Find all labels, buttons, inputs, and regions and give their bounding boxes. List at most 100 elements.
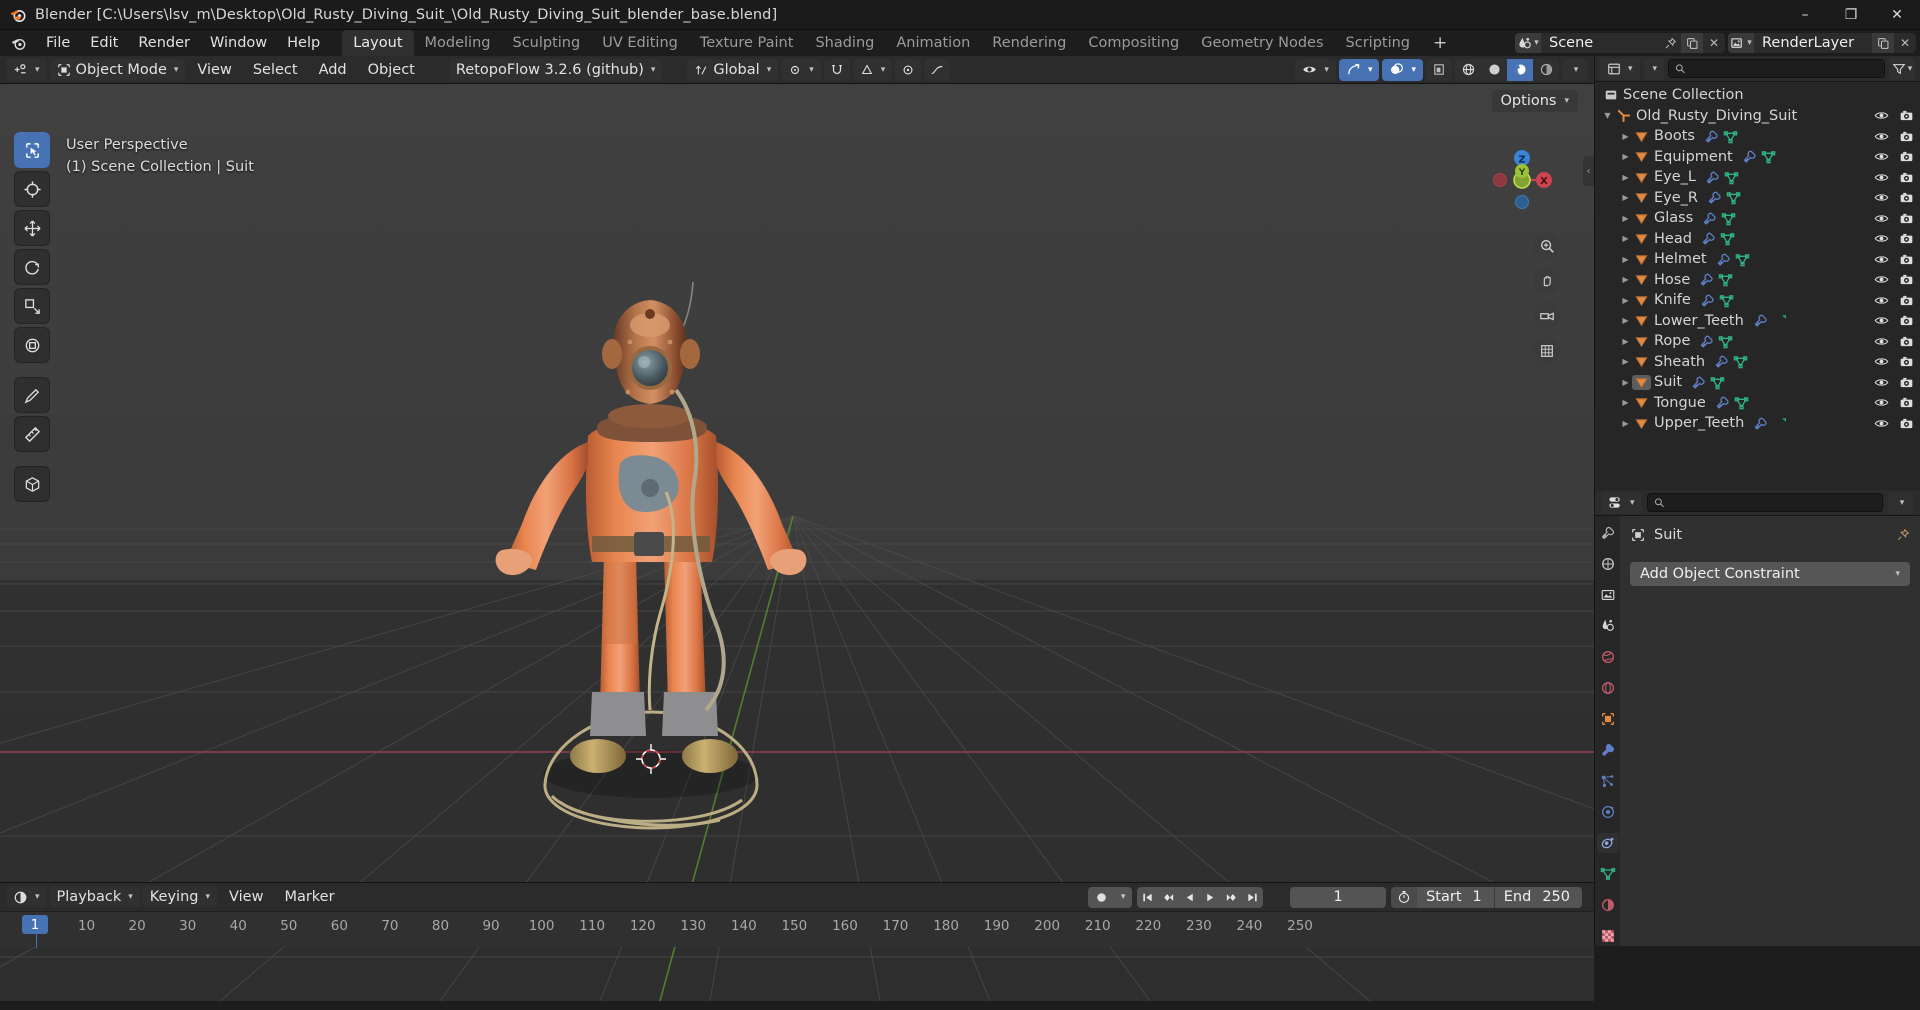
proportional-falloff-button[interactable] xyxy=(924,58,951,81)
editor-type-selector[interactable]: ▾ xyxy=(6,58,47,81)
blender-menu-logo-icon[interactable] xyxy=(10,35,27,52)
xray-toggle[interactable] xyxy=(1426,58,1452,81)
gizmo-toggle[interactable]: ▾ xyxy=(1338,58,1380,81)
timeline-playhead[interactable]: 1 xyxy=(22,915,48,934)
hide-in-viewport-icon[interactable] xyxy=(1874,150,1889,163)
properties-options-button[interactable]: ▾ xyxy=(1888,491,1914,514)
expand-arrow-icon[interactable]: ▶ xyxy=(1619,255,1632,264)
hide-in-viewport-icon[interactable] xyxy=(1874,294,1889,307)
modifier-icon[interactable] xyxy=(1705,170,1720,185)
hide-in-viewport-icon[interactable] xyxy=(1874,171,1889,184)
outliner-filter-button[interactable]: ▾ xyxy=(1889,57,1915,80)
disable-in-renders-icon[interactable] xyxy=(1899,335,1914,348)
properties-tab-view-layer[interactable] xyxy=(1597,616,1619,636)
outliner-row-scene-collection[interactable]: Scene Collection xyxy=(1595,85,1920,106)
outliner-row-object[interactable]: ▶ Knife xyxy=(1595,290,1920,311)
hide-in-viewport-icon[interactable] xyxy=(1874,130,1889,143)
menu-help[interactable]: Help xyxy=(277,32,330,54)
mesh-data-icon[interactable] xyxy=(1720,231,1735,246)
mesh-data-icon[interactable] xyxy=(1726,190,1741,205)
hide-in-viewport-icon[interactable] xyxy=(1874,314,1889,327)
outliner-search[interactable] xyxy=(1668,59,1885,78)
expand-arrow-icon[interactable]: ▶ xyxy=(1619,316,1632,325)
modifier-icon[interactable] xyxy=(1714,354,1729,369)
viewport-menu-object[interactable]: Object xyxy=(359,59,424,81)
expand-arrow-icon[interactable]: ▶ xyxy=(1619,419,1632,428)
tool-scale[interactable] xyxy=(14,288,50,324)
properties-tab-data[interactable] xyxy=(1597,864,1619,884)
outliner-row-root-collection[interactable]: ▼ Old_Rusty_Diving_Suit xyxy=(1595,106,1920,127)
shading-rendered-button[interactable] xyxy=(1533,59,1559,81)
scene-selector[interactable]: ▾ Scene ✕ xyxy=(1515,33,1725,53)
tool-annotate[interactable] xyxy=(14,377,50,413)
properties-tab-render[interactable] xyxy=(1597,554,1619,574)
modifier-icon[interactable] xyxy=(1707,190,1722,205)
proportional-edit-button[interactable] xyxy=(895,58,922,81)
navigation-gizmo[interactable]: Z X Y xyxy=(1486,144,1558,216)
hide-in-viewport-icon[interactable] xyxy=(1874,396,1889,409)
hide-in-viewport-icon[interactable] xyxy=(1874,376,1889,389)
properties-tab-tool[interactable] xyxy=(1597,523,1619,543)
properties-tab-texture[interactable] xyxy=(1597,926,1619,946)
timeline-menu-keying[interactable]: Keying ▾ xyxy=(142,886,218,908)
mesh-data-icon[interactable] xyxy=(1735,252,1750,267)
add-object-constraint-dropdown[interactable]: Add Object Constraint ▾ xyxy=(1630,562,1910,586)
disable-in-renders-icon[interactable] xyxy=(1899,212,1914,225)
mesh-data-icon[interactable] xyxy=(1721,211,1736,226)
modifier-icon[interactable] xyxy=(1716,252,1731,267)
viewport-menu-add[interactable]: Add xyxy=(310,59,356,81)
menu-file[interactable]: File xyxy=(36,32,80,54)
shading-options-selector[interactable]: ▾ xyxy=(1562,58,1588,81)
expand-arrow-icon[interactable]: ▶ xyxy=(1619,234,1632,243)
mesh-data-icon[interactable] xyxy=(1734,395,1749,410)
viewport-sidebar-toggle[interactable]: ‹ xyxy=(1583,156,1594,186)
shading-material-preview-button[interactable] xyxy=(1507,58,1533,81)
expand-arrow-icon[interactable]: ▶ xyxy=(1619,173,1632,182)
jump-to-next-keyframe-button[interactable] xyxy=(1221,887,1242,908)
properties-tab-scene[interactable] xyxy=(1597,647,1619,667)
timeline-editor-type-selector[interactable]: ▾ xyxy=(6,886,47,908)
disable-in-renders-icon[interactable] xyxy=(1899,417,1914,430)
menu-window[interactable]: Window xyxy=(200,32,277,54)
play-reverse-button[interactable] xyxy=(1179,887,1200,908)
properties-editor-type-selector[interactable]: ▾ xyxy=(1601,491,1642,514)
outliner-editor-type-selector[interactable]: ▾ xyxy=(1600,57,1640,80)
jump-to-end-button[interactable] xyxy=(1242,887,1263,908)
modifier-icon[interactable] xyxy=(1715,395,1730,410)
toggle-ortho-icon[interactable] xyxy=(1533,337,1560,364)
expand-arrow-icon[interactable]: ▶ xyxy=(1619,398,1632,407)
chevron-down-icon[interactable]: ▾ xyxy=(1114,887,1132,908)
end-frame-label[interactable]: End xyxy=(1495,889,1541,905)
tool-add-cube[interactable] xyxy=(14,466,50,502)
mesh-data-icon[interactable] xyxy=(1718,334,1733,349)
disable-in-renders-icon[interactable] xyxy=(1899,130,1914,143)
hide-in-viewport-icon[interactable] xyxy=(1874,232,1889,245)
workspace-tab-texture-paint[interactable]: Texture Paint xyxy=(689,30,805,56)
expand-arrow-icon[interactable]: ▶ xyxy=(1619,296,1632,305)
expand-arrow-icon[interactable]: ▶ xyxy=(1619,152,1632,161)
overlays-toggle[interactable]: ▾ xyxy=(1382,58,1423,81)
properties-tab-object[interactable] xyxy=(1597,709,1619,729)
pin-scene-icon[interactable] xyxy=(1659,33,1681,53)
outliner-tree[interactable]: Scene Collection ▼ Old_Rusty_Diving_Suit xyxy=(1595,82,1920,490)
modifier-icon[interactable] xyxy=(1699,272,1714,287)
properties-tab-output[interactable] xyxy=(1597,585,1619,605)
properties-tab-material[interactable] xyxy=(1597,895,1619,915)
viewlayer-selector[interactable]: ▾ RenderLayer ✕ xyxy=(1728,33,1916,53)
tool-select-box[interactable] xyxy=(14,132,50,168)
shading-solid-button[interactable] xyxy=(1481,59,1507,81)
new-scene-icon[interactable] xyxy=(1681,33,1703,53)
snap-toggle-button[interactable] xyxy=(823,58,850,81)
camera-view-icon[interactable] xyxy=(1533,302,1560,329)
outliner-row-object[interactable]: ▶ Hose xyxy=(1595,270,1920,291)
disable-in-renders-icon[interactable] xyxy=(1899,191,1914,204)
hide-in-viewport-icon[interactable] xyxy=(1874,109,1889,122)
workspace-tab-animation[interactable]: Animation xyxy=(885,30,981,56)
mesh-data-icon[interactable] xyxy=(1772,416,1787,431)
menu-render[interactable]: Render xyxy=(128,32,200,54)
snap-settings-selector[interactable]: ▾ xyxy=(852,58,893,81)
transform-orientation-selector[interactable]: Global ▾ xyxy=(687,58,779,81)
tool-measure[interactable] xyxy=(14,416,50,452)
tool-cursor[interactable] xyxy=(14,171,50,207)
outliner-row-object[interactable]: ▶ Sheath xyxy=(1595,352,1920,373)
